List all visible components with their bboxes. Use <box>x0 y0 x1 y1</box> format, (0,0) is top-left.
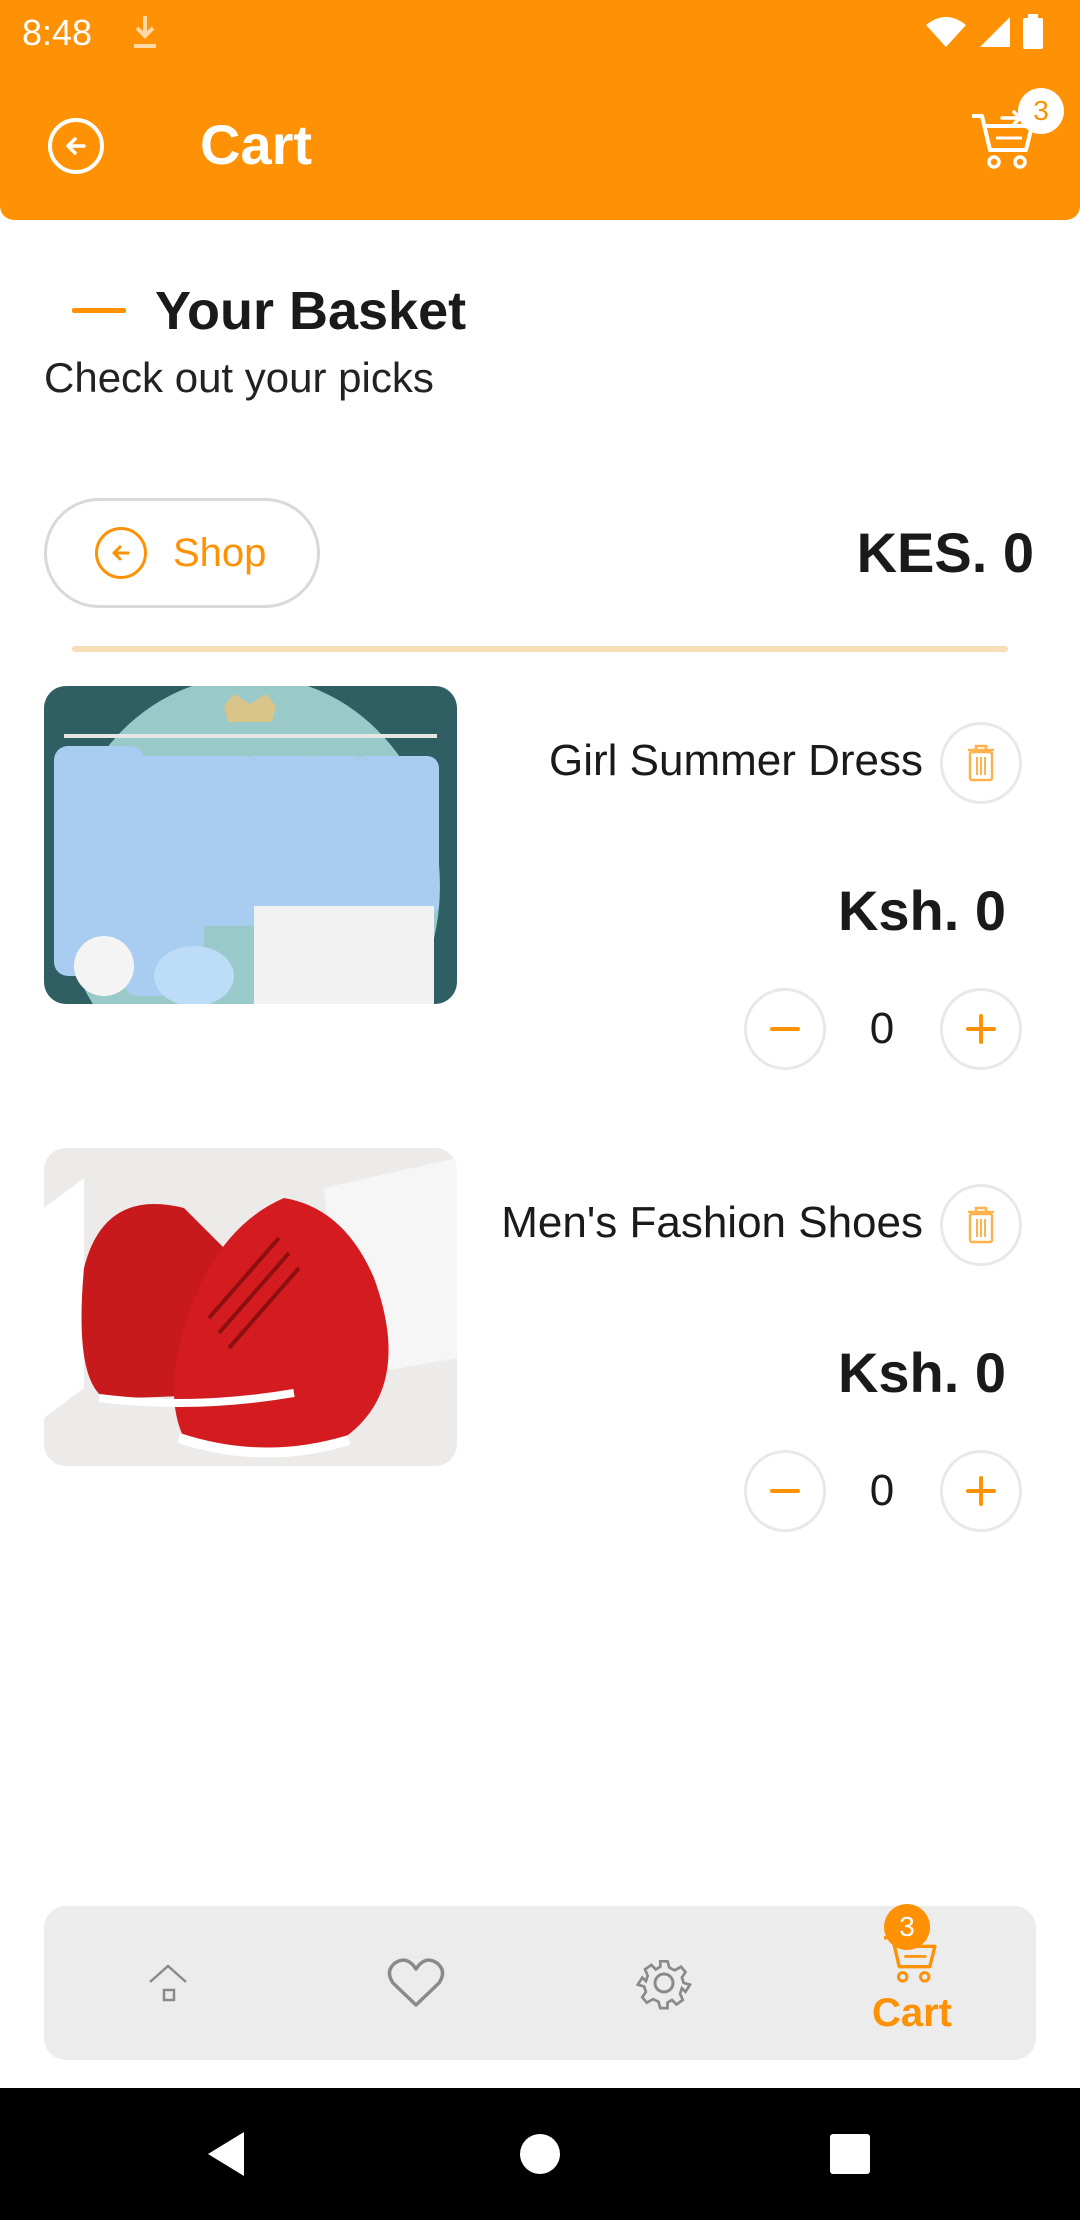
product-name: Men's Fashion Shoes <box>501 1198 923 1247</box>
system-recents-button[interactable] <box>820 2124 880 2184</box>
shop-button[interactable]: Shop <box>44 498 320 608</box>
status-time: 8:48 <box>22 12 93 53</box>
trash-icon <box>968 744 994 782</box>
nav-favorites[interactable] <box>316 1906 516 2060</box>
product-name: Girl Summer Dress <box>548 736 923 785</box>
wifi-icon <box>926 17 966 47</box>
cart-count-badge: 3 <box>1018 88 1064 134</box>
divider <box>72 646 1008 652</box>
gear-icon <box>636 1959 692 2010</box>
nav-cart-badge: 3 <box>884 1904 930 1950</box>
heading-accent <box>72 308 126 313</box>
minus-icon <box>770 1027 800 1031</box>
basket-subtitle: Check out your picks <box>44 354 434 401</box>
recents-square-icon <box>830 2134 870 2174</box>
decrease-quantity-button[interactable] <box>744 1450 826 1532</box>
nav-settings[interactable] <box>564 1906 764 2060</box>
decrease-quantity-button[interactable] <box>744 988 826 1070</box>
back-button[interactable] <box>48 118 104 174</box>
quantity-value: 0 <box>869 1466 895 1515</box>
product-image-shoes[interactable] <box>44 1148 457 1466</box>
home-circle-icon <box>520 2134 560 2174</box>
arrow-left-icon <box>95 527 147 579</box>
battery-icon <box>1023 14 1043 49</box>
increase-quantity-button[interactable] <box>940 1450 1022 1532</box>
system-navigation-bar <box>0 2088 1080 2220</box>
shop-button-label: Shop <box>173 530 267 575</box>
download-icon <box>134 16 156 48</box>
system-home-button[interactable] <box>510 2124 570 2184</box>
back-triangle-icon <box>208 2132 244 2176</box>
delete-button[interactable] <box>940 1184 1022 1266</box>
delete-button[interactable] <box>940 722 1022 804</box>
arrow-left-icon <box>66 137 86 155</box>
cart-total: KES. 0 <box>856 521 1034 584</box>
plus-icon <box>966 1476 996 1506</box>
signal-icon <box>980 17 1010 47</box>
home-icon <box>149 1964 187 2002</box>
basket-title: Your Basket <box>155 281 467 341</box>
trash-icon <box>968 1206 994 1244</box>
product-price: Ksh. 0 <box>837 879 1006 942</box>
nav-home[interactable] <box>68 1906 268 2060</box>
nav-cart-label: Cart <box>871 1990 953 2035</box>
cart-item: Girl Summer Dress Ksh. 0 0 <box>0 686 1080 1070</box>
page-title: Cart <box>200 113 313 176</box>
increase-quantity-button[interactable] <box>940 988 1022 1070</box>
quantity-value: 0 <box>869 1004 895 1053</box>
product-image-dress[interactable] <box>44 686 457 1004</box>
product-price: Ksh. 0 <box>837 1341 1006 1404</box>
heart-icon <box>387 1958 445 2007</box>
plus-icon <box>966 1014 996 1044</box>
minus-icon <box>770 1489 800 1493</box>
system-back-button[interactable] <box>196 2124 256 2184</box>
app-header: 8:48 Cart 3 <box>0 0 1080 220</box>
cart-item: Men's Fashion Shoes Ksh. 0 0 <box>0 1148 1080 1532</box>
